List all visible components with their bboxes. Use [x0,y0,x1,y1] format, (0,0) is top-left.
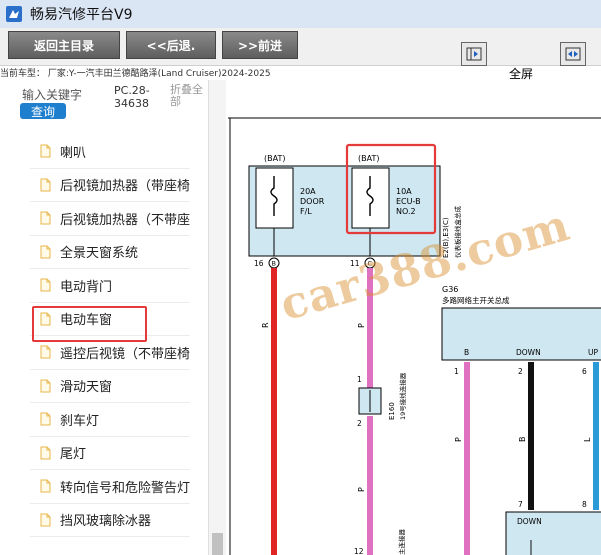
document-icon [40,412,51,426]
list-item[interactable]: 电动背门 [30,269,190,303]
home-button[interactable]: 返回主目录 [8,31,120,59]
sidebar-scrollbar[interactable] [208,80,226,555]
list-item[interactable]: 转向信号和危险警告灯 [30,470,190,504]
title-bar: 畅易汽修平台V9 [0,0,601,28]
wiring-diagram: (BAT) (BAT) 20A DOOR F/L 10A ECU-B NO.2 … [228,80,601,555]
document-icon [40,479,51,493]
document-icon [40,379,51,393]
list-item-label: 尾灯 [60,447,87,463]
part-code: PC.28- 34638 [114,84,150,110]
g36-pin-b: B [464,348,469,357]
list-item-label: 滑动天窗 [60,380,113,396]
g36-pin-6: 6 [582,367,587,376]
fuse2-name2: NO.2 [396,207,416,216]
wire-label-p2: P [357,487,366,492]
document-icon [40,144,51,158]
list-item-label: 全景天窗系统 [60,246,139,262]
document-icon [40,345,51,359]
g36-down-label: DOWN [516,348,541,357]
pin-16-letter: B [272,260,276,268]
list-item-label: 遥控后视镜（不带座椅位置 [60,346,190,362]
wire-label-p3: P [454,437,463,442]
document-icon [40,245,51,259]
list-item[interactable]: 喇叭 [30,135,190,169]
toolbar: 返回主目录 <<后退. >>前进 全屏 菜单 [0,28,601,97]
list-item-label: 刹车灯 [60,413,100,429]
wire-label-p1: P [357,323,366,328]
lower-connector-name: 主连接器 [397,529,406,555]
document-icon [40,178,51,192]
list-item-label: 喇叭 [60,145,87,161]
g36-pin-1: 1 [454,367,459,376]
connector-name: 仪表板接线盒总成 [453,206,462,259]
fuse1-name1: DOOR [300,197,325,206]
fullscreen-icon [565,47,581,61]
wire-label-l: L [583,437,592,442]
g36-name: 多路网络主开关总成 [442,295,510,305]
g36-pin-7: 7 [518,500,523,509]
pin-11-number: 11 [350,259,360,268]
current-vehicle: 当前车型： 厂家:Y-一汽丰田兰德酷路泽(Land Cruiser)2024-2… [0,69,271,79]
connector-e160-code: E160 [388,402,396,420]
fuse1-name2: F/L [300,207,312,216]
list-item-label: 挡风玻璃除冰器 [60,514,152,530]
wiring-diagram-svg: (BAT) (BAT) 20A DOOR F/L 10A ECU-B NO.2 … [228,117,601,555]
list-item[interactable]: 滑动天窗 [30,370,190,403]
list-item[interactable]: 刹车灯 [30,403,190,437]
list-item[interactable]: 全景天窗系统 [30,236,190,269]
search-input[interactable]: 输入关键字 [22,86,82,103]
list-item-label: 后视镜加热器（带座椅位置 [60,179,190,195]
document-icon [40,513,51,527]
pin-12-number: 12 [354,547,364,555]
wire-label-b: B [518,437,527,443]
list-item[interactable]: 后视镜加热器（带座椅位置 [30,169,190,202]
bat-label-1: (BAT) [264,154,285,163]
pin-11-letter: C [368,260,373,268]
list-item-label: 电动背门 [60,279,113,295]
e160-pin-1: 1 [357,375,362,384]
document-icon [40,211,51,225]
wire-label-r: R [261,322,270,328]
fuse1-amp: 20A [300,187,316,196]
list-item-label: 后视镜加热器（不带座椅位 [60,212,190,228]
list-item-label: 转向信号和危险警告灯 [60,480,190,496]
list-item[interactable]: 后视镜加热器（不带座椅位 [30,202,190,236]
app-logo-icon [6,6,22,22]
fuse2-amp: 10A [396,187,412,196]
selected-item-highlight [32,306,147,342]
document-icon [40,278,51,292]
fullscreen-button[interactable] [560,42,586,66]
g36-up-label: UP [588,348,598,357]
g36-code: G36 [442,285,458,294]
back-button[interactable]: <<后退. [126,31,216,59]
scrollbar-thumb[interactable] [212,533,223,555]
document-icon [40,446,51,460]
panel-toggle-icon [466,47,482,61]
pin-16-number: 16 [254,259,264,268]
e160-pin-2: 2 [357,419,362,428]
expand-panel-button[interactable] [461,42,487,66]
list-item[interactable]: 挡风玻璃除冰器 [30,504,190,537]
bat-label-2: (BAT) [358,154,379,163]
fuse2-name1: ECU-B [396,197,421,206]
g36-pin-2: 2 [518,367,523,376]
window-title: 畅易汽修平台V9 [30,7,133,23]
list-item[interactable]: 尾灯 [30,437,190,470]
connector-e160-name: 19号接线连接器 [398,372,407,420]
forward-button[interactable]: >>前进 [222,31,298,59]
connector-code: E2(B),E3(C) [442,217,450,258]
search-button[interactable]: 查询 [20,103,66,119]
g36-pin-8: 8 [582,500,587,509]
lower-down-label: DOWN [517,517,542,526]
